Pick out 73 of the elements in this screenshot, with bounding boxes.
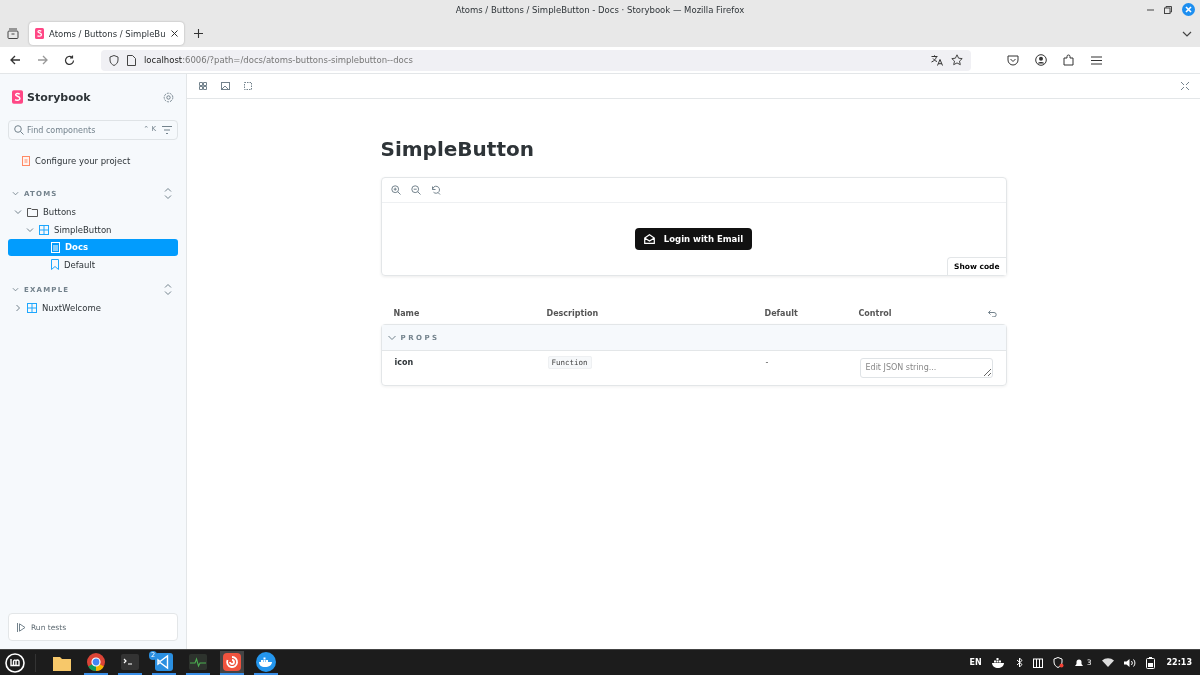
- terminal-icon: [121, 653, 139, 670]
- translate-icon[interactable]: [931, 54, 943, 66]
- outline-icon[interactable]: [244, 82, 252, 90]
- page-title: SimpleButton: [380, 137, 535, 161]
- address-bar[interactable]: localhost:6006/?path=/docs/atoms-buttons-simplebutton--docs: [101, 49, 971, 71]
- shield-icon: [109, 54, 119, 66]
- chevron-down-icon[interactable]: [1182, 30, 1192, 37]
- component-icon: [27, 303, 37, 314]
- column-header: Default: [764, 308, 799, 318]
- search-icon: [14, 125, 24, 135]
- pocket-icon[interactable]: [1007, 54, 1019, 66]
- browser-icon: [87, 652, 105, 671]
- image-icon[interactable]: [221, 82, 230, 90]
- column-header: Name: [393, 308, 421, 318]
- chevron-right-icon: [14, 304, 22, 313]
- configure-link[interactable]: Configure your project: [22, 152, 178, 170]
- wifi-icon[interactable]: [1101, 658, 1114, 667]
- close-button[interactable]: [1182, 3, 1195, 16]
- account-icon[interactable]: [1035, 54, 1047, 66]
- fullscreen-icon[interactable]: [1181, 82, 1189, 90]
- new-tab-button[interactable]: [194, 29, 203, 38]
- taskbar-app[interactable]: [220, 650, 244, 675]
- code-editor-icon: [155, 652, 173, 671]
- folder-icon: [27, 207, 38, 218]
- taskbar-app[interactable]: [84, 650, 108, 675]
- envelope-icon: [643, 234, 655, 244]
- back-icon[interactable]: [10, 55, 21, 65]
- clock[interactable]: 22:13: [1166, 658, 1192, 667]
- system-monitor-icon: [189, 653, 207, 670]
- grid-icon[interactable]: [199, 82, 207, 90]
- column-header: Control: [858, 308, 893, 318]
- component-icon: [39, 224, 49, 235]
- reload-icon[interactable]: [64, 54, 75, 66]
- bluetooth-icon[interactable]: [1015, 657, 1023, 668]
- page-icon: [127, 54, 136, 66]
- undo-icon[interactable]: [987, 309, 997, 317]
- window-title: Atoms / Buttons / SimpleButton - Docs · Storybook — Mozilla Firefox: [455, 5, 745, 15]
- tree-item[interactable]: Buttons: [8, 203, 178, 221]
- login-button[interactable]: Login with Email: [634, 228, 753, 250]
- column-header: Description: [546, 308, 600, 318]
- browser-icon: [223, 652, 241, 671]
- browser-tab[interactable]: Atoms / Buttons / SimpleBu: [29, 22, 184, 45]
- tree-item[interactable]: Default: [8, 256, 178, 274]
- play-icon: [17, 622, 26, 632]
- shield-icon[interactable]: [1052, 657, 1064, 668]
- filter-icon[interactable]: [162, 126, 172, 134]
- prop-name: icon: [394, 358, 415, 367]
- storybook-logo-icon: [35, 28, 44, 39]
- default-value: -: [765, 358, 770, 367]
- menu-logo-icon[interactable]: [5, 652, 25, 673]
- tree-item[interactable]: SimpleButton: [8, 221, 178, 239]
- document-icon: [51, 241, 60, 253]
- zoom-in-icon[interactable]: [390, 185, 401, 195]
- restore-button[interactable]: [1164, 5, 1172, 14]
- menu-icon[interactable]: [1091, 55, 1102, 65]
- bell-icon: [1073, 657, 1084, 668]
- keyboard-layout[interactable]: EN: [969, 658, 982, 667]
- tab-overview-icon[interactable]: [7, 28, 19, 39]
- reset-zoom-icon[interactable]: [430, 185, 441, 195]
- tree-item[interactable]: NuxtWelcome: [8, 299, 178, 317]
- zoom-out-icon[interactable]: [410, 185, 421, 195]
- folder-icon: [53, 654, 71, 671]
- json-input-field[interactable]: Edit JSON string...: [859, 358, 993, 378]
- volume-icon[interactable]: [1123, 657, 1136, 668]
- battery-icon[interactable]: [1145, 656, 1155, 669]
- bookmark-icon: [51, 259, 59, 271]
- forward-icon[interactable]: [37, 55, 48, 65]
- close-tab-button[interactable]: [171, 30, 178, 37]
- document-icon: [22, 155, 30, 166]
- star-icon[interactable]: [951, 54, 963, 66]
- extensions-icon[interactable]: [1063, 54, 1075, 66]
- storybook-logo[interactable]: Storybook: [12, 90, 91, 104]
- taskbar-app[interactable]: [254, 650, 278, 675]
